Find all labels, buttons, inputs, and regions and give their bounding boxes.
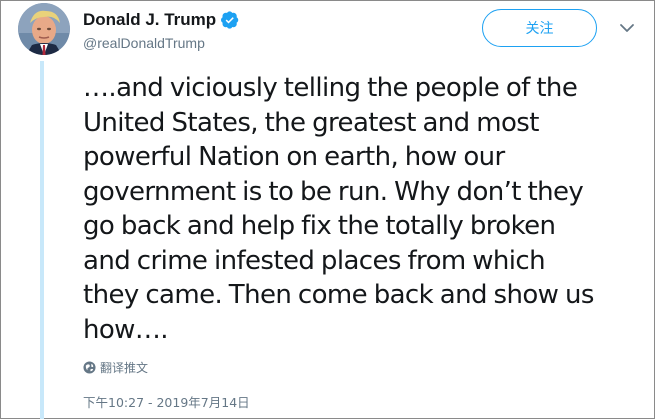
user-handle[interactable]: @realDonaldTrump [83,35,239,51]
tweet-text: ….and viciously telling the people of th… [83,73,594,345]
thread-line [40,61,44,419]
translate-tweet-link[interactable]: 翻译推文 [83,359,148,376]
display-name[interactable]: Donald J. Trump [83,10,216,30]
tweet-header: Donald J. Trump @realDonaldTrump [83,9,239,51]
avatar[interactable] [18,3,70,55]
name-row: Donald J. Trump [83,9,239,31]
chevron-down-icon[interactable] [619,22,635,34]
verified-badge-icon [221,11,239,29]
tweet-card: Donald J. Trump @realDonaldTrump 关注 ….an… [0,0,655,419]
avatar-photo-icon [18,3,70,55]
translate-label: 翻译推文 [100,361,149,375]
globe-icon [83,361,96,374]
tweet-timestamp[interactable]: 下午10:27 - 2019年7月14日 [83,392,250,411]
follow-button[interactable]: 关注 [482,9,597,47]
